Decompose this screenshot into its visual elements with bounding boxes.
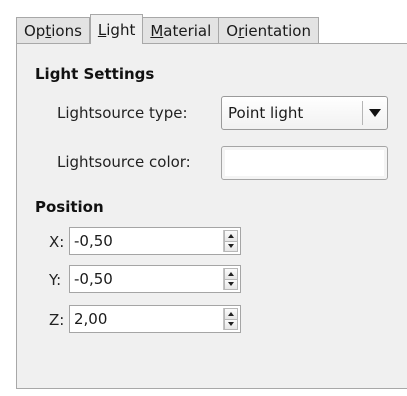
x-label: X: [49,233,65,251]
x-increment-button[interactable] [224,230,238,242]
triangle-down-icon [228,244,234,249]
z-decrement-button[interactable] [224,319,238,330]
tab-options[interactable]: Options [16,17,90,44]
lightsource-color-label: Lightsource color: [57,153,191,171]
y-value[interactable]: -0,50 [70,266,223,292]
chevron-down-icon [363,109,387,117]
y-spinbox[interactable]: -0,50 [69,265,241,293]
tab-material[interactable]: Material [143,17,220,44]
triangle-up-icon [228,311,234,316]
x-decrement-button[interactable] [224,241,238,252]
tab-options-label: Options [24,22,82,40]
x-spin-buttons [223,230,238,252]
tab-bar: Options Light Material Orientation [16,14,319,44]
z-label: Z: [49,311,65,329]
z-value[interactable]: 2,00 [70,306,223,332]
tab-material-label: Material [150,22,212,40]
tab-light-label: Light [97,20,136,39]
z-spinbox[interactable]: 2,00 [69,305,241,333]
light-tab-panel: Light Settings Lightsource type: Point l… [16,43,407,389]
z-increment-button[interactable] [224,308,238,320]
y-increment-button[interactable] [224,268,238,280]
light-settings-heading: Light Settings [35,65,155,83]
tab-orientation[interactable]: Orientation [219,17,319,44]
x-spinbox[interactable]: -0,50 [69,227,241,255]
tab-light[interactable]: Light [89,14,144,44]
lightsource-type-value: Point light [228,104,304,122]
lightsource-type-label: Lightsource type: [57,104,188,122]
y-spin-buttons [223,268,238,290]
tab-orientation-label: Orientation [226,22,311,40]
triangle-up-icon [228,271,234,276]
position-heading: Position [35,198,104,216]
triangle-down-icon [228,282,234,287]
triangle-up-icon [228,233,234,238]
y-label: Y: [49,271,62,289]
y-decrement-button[interactable] [224,279,238,290]
lightsource-type-dropdown[interactable]: Point light [221,96,388,130]
lightsource-color-button[interactable] [221,146,388,180]
triangle-down-icon [228,322,234,327]
x-value[interactable]: -0,50 [70,228,223,254]
z-spin-buttons [223,308,238,330]
